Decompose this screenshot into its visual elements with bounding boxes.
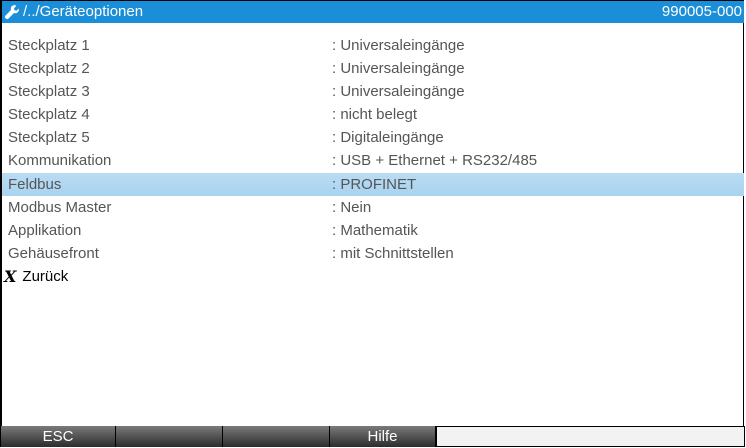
list-item-steckplatz-2[interactable]: Steckplatz 2 : Universaleingänge	[2, 57, 744, 80]
item-label: Feldbus	[8, 175, 62, 193]
item-value: : Mathematik	[332, 221, 418, 239]
list-item-applikation[interactable]: Applikation : Mathematik	[2, 219, 744, 242]
wrench-icon	[4, 5, 19, 20]
item-label: Steckplatz 5	[8, 129, 90, 147]
item-value: : Digitaleingänge	[332, 129, 444, 147]
item-label: Steckplatz 2	[8, 60, 90, 78]
back-label: Zurück	[22, 267, 69, 285]
item-label: Steckplatz 4	[8, 106, 90, 124]
back-label-group: X Zurück	[4, 265, 68, 288]
item-label: Steckplatz 3	[8, 83, 90, 101]
item-value: : Nein	[332, 198, 372, 216]
item-label: Modbus Master	[8, 198, 112, 216]
item-label: Kommunikation	[8, 152, 112, 170]
list-item-steckplatz-5[interactable]: Steckplatz 5 : Digitaleingänge	[2, 126, 744, 149]
item-value: : Universaleingänge	[332, 83, 465, 101]
list-item-gehaeusefront[interactable]: Gehäusefront : mit Schnittstellen	[2, 242, 744, 265]
breadcrumb-path: /../Geräteoptionen	[23, 3, 144, 20]
softkey-bar: ESC Hilfe	[0, 426, 746, 447]
options-list: Steckplatz 1 : Universaleingänge Steckpl…	[2, 34, 744, 288]
list-item-steckplatz-1[interactable]: Steckplatz 1 : Universaleingänge	[2, 34, 744, 57]
softkey-hilfe[interactable]: Hilfe	[329, 426, 436, 447]
softkey-5[interactable]	[436, 426, 745, 447]
list-item-kommunikation[interactable]: Kommunikation : USB + Ethernet + RS232/4…	[2, 149, 744, 172]
item-value: : USB + Ethernet + RS232/485	[332, 152, 538, 170]
item-value: : nicht belegt	[332, 106, 418, 124]
list-item-steckplatz-4[interactable]: Steckplatz 4 : nicht belegt	[2, 103, 744, 126]
breadcrumb: /../Geräteoptionen	[4, 1, 143, 23]
item-label: Applikation	[8, 221, 82, 239]
back-x-icon: X	[4, 266, 17, 286]
back-item[interactable]: X Zurück	[2, 265, 744, 288]
softkey-3[interactable]	[222, 426, 330, 447]
list-item-steckplatz-3[interactable]: Steckplatz 3 : Universaleingänge	[2, 80, 744, 103]
list-item-modbus-master[interactable]: Modbus Master : Nein	[2, 196, 744, 219]
list-item-feldbus[interactable]: Feldbus : PROFINET	[2, 172, 744, 196]
item-value: : PROFINET	[332, 175, 417, 193]
item-value: : Universaleingänge	[332, 37, 465, 54]
title-bar: /../Geräteoptionen 990005-000	[2, 1, 744, 23]
item-label: Steckplatz 1	[8, 37, 90, 54]
softkey-esc[interactable]: ESC	[0, 426, 116, 447]
device-id: 990005-000	[661, 3, 742, 20]
item-label: Gehäusefront	[8, 244, 99, 262]
item-value: : Universaleingänge	[332, 60, 465, 78]
softkey-2[interactable]	[115, 426, 223, 447]
item-value: : mit Schnittstellen	[332, 244, 454, 262]
